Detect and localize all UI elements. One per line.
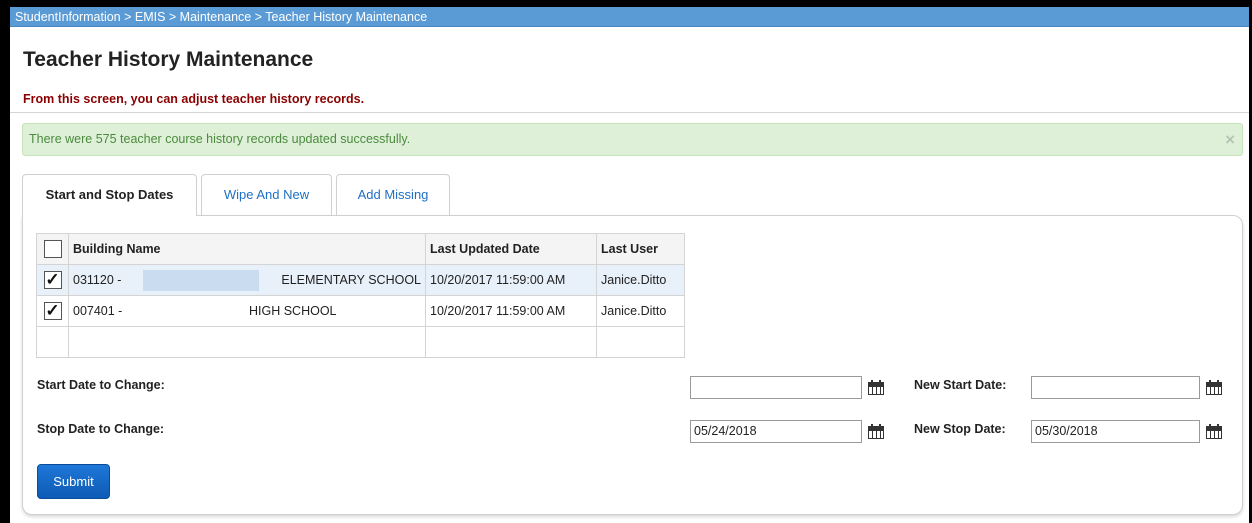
success-alert: There were 575 teacher course history re… <box>22 123 1243 156</box>
table-header-row: Building Name Last Updated Date Last Use… <box>36 233 685 265</box>
tab-wipe-and-new[interactable]: Wipe And New <box>201 174 332 215</box>
start-date-to-change-label: Start Date to Change: <box>37 378 165 392</box>
page-subtitle: From this screen, you can adjust teacher… <box>23 92 365 106</box>
building-school: ELEMENTARY SCHOOL <box>281 273 421 287</box>
new-start-date-input[interactable] <box>1031 376 1200 399</box>
table-row[interactable]: ✓ 007401 - HIGH SCHOOL 10/20/2017 11:59:… <box>36 295 685 327</box>
row-checkbox-cell: ✓ <box>36 264 69 296</box>
empty-cell <box>596 326 685 358</box>
window-frame-top <box>0 0 1252 7</box>
empty-cell <box>425 326 597 358</box>
table-row-empty <box>36 326 685 358</box>
new-stop-date-input[interactable]: 05/30/2018 <box>1031 420 1200 443</box>
tab-add-missing[interactable]: Add Missing <box>336 174 450 215</box>
calendar-icon[interactable] <box>868 424 884 439</box>
table-row[interactable]: ✓ 031120 - ELEMENTARY SCHOOL 10/20/2017 … <box>36 264 685 296</box>
building-code: 031120 - <box>73 273 122 287</box>
building-school: HIGH SCHOOL <box>249 304 337 318</box>
calendar-icon[interactable] <box>1206 380 1222 395</box>
divider <box>10 112 1249 113</box>
building-code: 007401 - <box>73 304 123 318</box>
row-checkbox-cell: ✓ <box>36 295 69 327</box>
redacted-text <box>143 269 259 291</box>
tab-start-and-stop-dates[interactable]: Start and Stop Dates <box>22 174 197 216</box>
new-start-date-label: New Start Date: <box>914 378 1007 392</box>
last-updated-cell: 10/20/2017 11:59:00 AM <box>425 264 597 296</box>
empty-cell <box>68 326 426 358</box>
new-stop-date-label: New Stop Date: <box>914 422 1006 436</box>
building-name-cell: 007401 - HIGH SCHOOL <box>68 295 426 327</box>
breadcrumb[interactable]: StudentInformation > EMIS > Maintenance … <box>10 7 1249 27</box>
stop-date-to-change-input[interactable]: 05/24/2018 <box>690 420 862 443</box>
building-table: Building Name Last Updated Date Last Use… <box>36 233 685 358</box>
page-title: Teacher History Maintenance <box>23 48 314 71</box>
row-checkbox[interactable]: ✓ <box>43 302 62 320</box>
close-icon[interactable]: × <box>1225 124 1235 155</box>
last-updated-cell: 10/20/2017 11:59:00 AM <box>425 295 597 327</box>
calendar-icon[interactable] <box>1206 424 1222 439</box>
header-building-name[interactable]: Building Name <box>68 233 426 265</box>
header-last-user[interactable]: Last User <box>596 233 685 265</box>
row-checkbox[interactable]: ✓ <box>43 271 62 289</box>
stop-date-to-change-label: Stop Date to Change: <box>37 422 165 436</box>
header-last-updated-date[interactable]: Last Updated Date <box>425 233 597 265</box>
building-name-cell: 031120 - ELEMENTARY SCHOOL <box>68 264 426 296</box>
submit-button[interactable]: Submit <box>37 464 110 499</box>
empty-cell <box>36 326 69 358</box>
last-user-cell: Janice.Ditto <box>596 295 685 327</box>
calendar-icon[interactable] <box>868 380 884 395</box>
select-all-checkbox[interactable] <box>43 240 62 258</box>
select-all-cell <box>36 233 69 265</box>
window-frame-left <box>0 0 10 523</box>
alert-message: There were 575 teacher course history re… <box>29 132 411 146</box>
last-user-cell: Janice.Ditto <box>596 264 685 296</box>
start-date-to-change-input[interactable] <box>690 376 862 399</box>
